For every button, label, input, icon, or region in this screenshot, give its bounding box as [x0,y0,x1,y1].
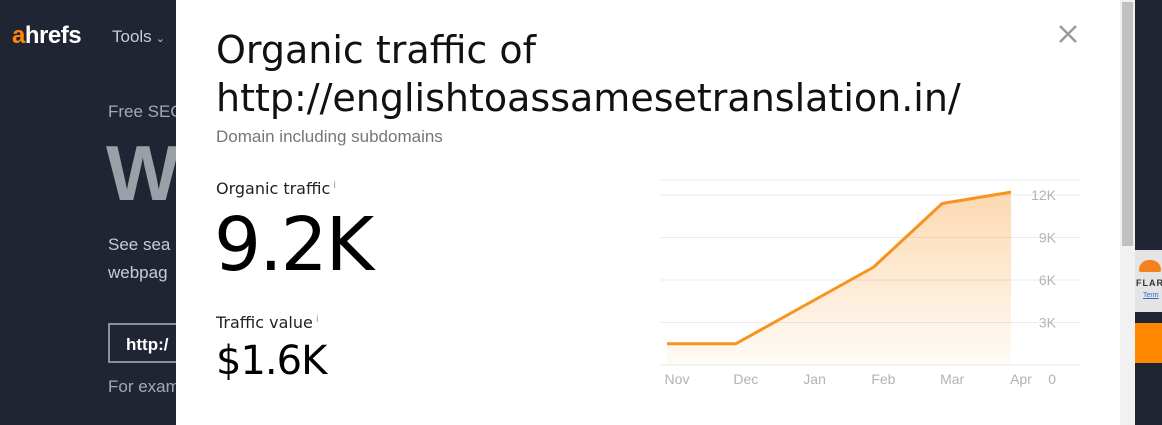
traffic-value-label: Traffic value i [216,313,319,332]
hero-heading: W [106,129,180,217]
ahrefs-logo[interactable]: ahrefs [12,22,82,50]
traffic-area [667,192,1011,365]
organic-traffic-label: Organic traffic i [216,179,337,198]
x-tick-label: Dec [733,371,758,387]
cloud-icon [1139,260,1161,272]
x-tick-label: Apr [1010,371,1032,387]
modal-title-line1: Organic traffic of [216,28,537,72]
cloudflare-terms-link[interactable]: Term [1143,292,1159,299]
chevron-down-icon: ⌄ [155,33,165,45]
url-input-value: http:/ [126,335,169,354]
traffic-value-amount: $1.6K [216,338,327,384]
modal-title-domain: http://englishtoassamesetranslation.in/ [216,76,961,120]
y-tick-label: 0 [1048,371,1056,387]
modal-title: Organic traffic of http://englishtoassam… [216,26,1066,122]
modal-subtitle: Domain including subdomains [216,127,443,146]
x-tick-label: Feb [871,371,895,387]
info-icon[interactable]: i [316,314,319,325]
example-text: For exam [108,377,180,396]
nav-tools-label: Tools [112,27,152,46]
scrollbar-thumb[interactable] [1122,2,1133,246]
hero-subtitle: Free SEO [108,102,184,121]
organic-traffic-modal: Organic traffic of http://englishtoassam… [176,0,1120,425]
cloudflare-text: FLAR [1136,278,1162,288]
x-tick-label: Mar [940,371,964,387]
organic-traffic-value: 9.2K [214,202,374,288]
y-tick-label: 3K [1039,315,1057,331]
organic-traffic-chart: 0 3K 6K 9K 12K Nov Dec Jan Feb Mar Apr [660,179,1080,387]
x-tick-label: Nov [665,371,690,387]
info-icon[interactable]: i [333,180,336,191]
cloudflare-badge: FLAR Term [1135,250,1162,312]
y-tick-label: 9K [1039,230,1057,246]
nav-tools-menu[interactable]: Tools ⌄ [112,27,165,47]
modal-scrollbar[interactable] [1120,0,1135,425]
y-tick-label: 12K [1031,187,1057,203]
x-tick-label: Jan [803,371,826,387]
y-tick-label: 6K [1039,272,1057,288]
check-button[interactable] [1135,323,1162,363]
